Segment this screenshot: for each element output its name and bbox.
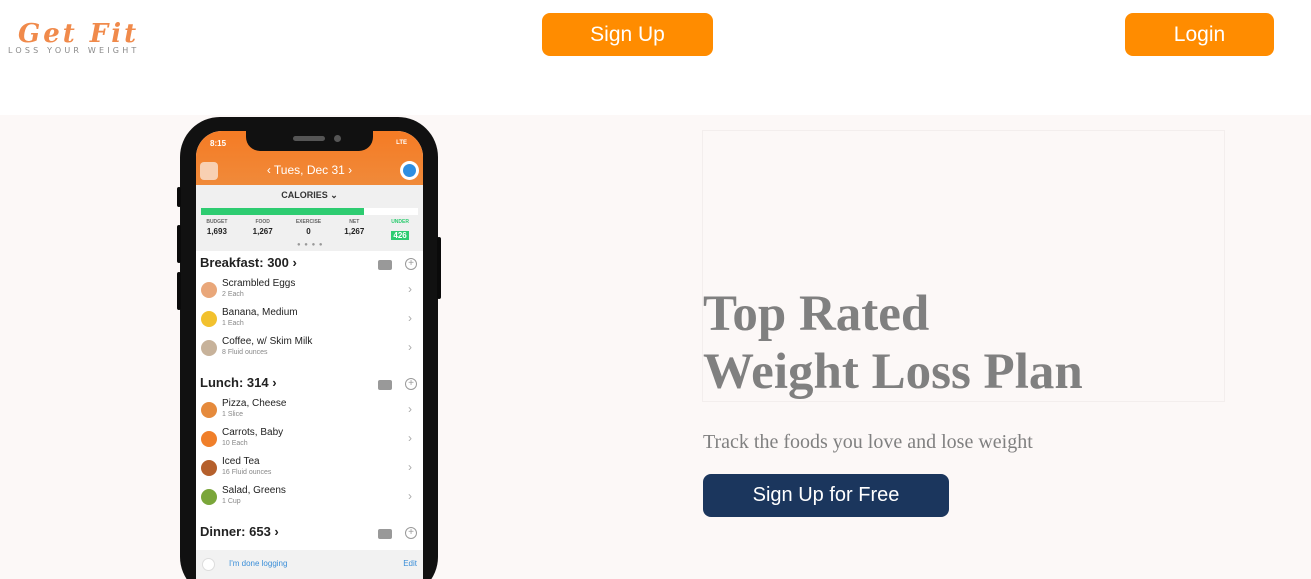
food-item[interactable]: Scrambled Eggs 2 Each ›	[196, 277, 423, 306]
hero-headline-line-1: Top Rated	[703, 286, 930, 342]
food-quantity: 10 Each	[222, 440, 248, 447]
chevron-right-icon: ›	[408, 460, 412, 474]
food-name: Salad, Greens	[222, 485, 286, 496]
camera-icon[interactable]	[378, 380, 392, 390]
phone-volume-up	[177, 225, 181, 263]
calories-stats: BUDGET 1,693 FOOD 1,267 EXERCISE 0 NET 1,267 UND…	[196, 219, 423, 243]
camera-icon[interactable]	[378, 529, 392, 539]
site-header: Get Fit LOSS YOUR WEIGHT Sign Up Login	[0, 0, 1311, 115]
stat-value: 1,267	[252, 227, 273, 236]
add-food-icon[interactable]: +	[405, 378, 417, 390]
meal-section-title[interactable]: Breakfast: 300 ›	[200, 255, 297, 270]
pizza-icon	[201, 402, 217, 418]
carrot-icon	[201, 431, 217, 447]
calories-progress-fill	[201, 208, 364, 215]
coffee-icon	[201, 340, 217, 356]
food-quantity: 8 Fluid ounces	[222, 349, 268, 356]
food-item[interactable]: Coffee, w/ Skim Milk 8 Fluid ounces ›	[196, 335, 423, 364]
chevron-right-icon: ›	[408, 340, 412, 354]
food-name: Scrambled Eggs	[222, 278, 296, 289]
food-name: Pizza, Cheese	[222, 398, 287, 409]
calories-summary: CALORIES ⌄ BUDGET 1,693 FOOD 1,267 EXERCISE 0…	[196, 185, 423, 251]
hero-subhead: Track the foods you love and lose weight	[703, 431, 1033, 453]
stat-label: UNDER	[391, 219, 409, 225]
chevron-right-icon: ›	[408, 431, 412, 445]
stat-value: 426	[391, 231, 409, 240]
food-quantity: 1 Each	[222, 320, 244, 327]
app-header: 8:15 LTE ‹ Tues, Dec 31 ›	[196, 131, 423, 185]
food-item[interactable]: Salad, Greens 1 Cup ›	[196, 484, 423, 513]
avatar-icon[interactable]	[400, 161, 419, 180]
stat-value: 0	[306, 227, 311, 236]
stat-label: NET	[349, 219, 360, 225]
stat-label: EXERCISE	[295, 219, 322, 225]
camera-icon[interactable]	[378, 260, 392, 270]
meal-section-title[interactable]: Dinner: 653 ›	[200, 524, 279, 539]
food-quantity: 1 Cup	[222, 498, 241, 505]
stat-value: 1,267	[344, 227, 365, 236]
front-camera-icon	[334, 135, 341, 142]
chevron-right-icon: ›	[408, 489, 412, 503]
egg-icon	[201, 282, 217, 298]
phone-power-button	[437, 237, 441, 299]
food-item[interactable]: Pizza, Cheese 1 Slice ›	[196, 397, 423, 426]
signup-free-button[interactable]: Sign Up for Free	[703, 474, 949, 517]
banana-icon	[201, 311, 217, 327]
food-quantity: 2 Each	[222, 291, 244, 298]
add-food-icon[interactable]: +	[405, 527, 417, 539]
chevron-right-icon: ›	[408, 402, 412, 416]
stat-exercise: EXERCISE 0	[286, 219, 332, 243]
edit-link[interactable]: Edit	[403, 559, 417, 568]
app-date[interactable]: ‹ Tues, Dec 31 ›	[196, 163, 423, 177]
stat-value: 1,693	[206, 227, 227, 236]
food-item[interactable]: Iced Tea 16 Fluid ounces ›	[196, 455, 423, 484]
food-name: Coffee, w/ Skim Milk	[222, 336, 313, 347]
login-button[interactable]: Login	[1125, 13, 1274, 56]
food-item[interactable]: Banana, Medium 1 Each ›	[196, 306, 423, 335]
speaker-icon	[293, 136, 325, 141]
chevron-right-icon: ›	[408, 311, 412, 325]
food-name: Iced Tea	[222, 456, 260, 467]
meal-section-title[interactable]: Lunch: 314 ›	[200, 375, 277, 390]
hero-headline: Top Rated Weight Loss Plan	[703, 285, 1083, 401]
hero-headline-line-2: Weight Loss Plan	[703, 344, 1083, 400]
stat-label: FOOD	[255, 219, 270, 225]
logo-tagline: LOSS YOUR WEIGHT	[8, 46, 140, 55]
stat-budget: BUDGET 1,693	[196, 219, 240, 243]
phone-screen: 8:15 LTE ‹ Tues, Dec 31 › CALORIES ⌄ BUD…	[196, 131, 423, 579]
logo-title: Get Fit	[18, 19, 140, 49]
food-name: Carrots, Baby	[222, 427, 284, 438]
food-name: Banana, Medium	[222, 307, 298, 318]
chevron-right-icon: ›	[408, 282, 412, 296]
stat-under: UNDER 426	[377, 219, 423, 243]
phone-volume-down	[177, 272, 181, 310]
stat-label: BUDGET	[206, 219, 228, 225]
calories-title[interactable]: CALORIES ⌄	[196, 190, 423, 201]
phone-side-button	[177, 187, 181, 207]
done-logging-bar: I'm done logging Edit	[196, 550, 423, 579]
phone-notch	[246, 131, 373, 151]
status-time: 8:15	[210, 139, 227, 148]
stat-food: FOOD 1,267	[240, 219, 286, 243]
food-quantity: 1 Slice	[222, 411, 244, 418]
signup-button[interactable]: Sign Up	[542, 13, 713, 56]
done-checkbox[interactable]	[202, 558, 215, 571]
iced-tea-icon	[201, 460, 217, 476]
add-food-icon[interactable]: +	[405, 258, 417, 270]
page-dots: ● ● ● ●	[297, 242, 324, 248]
salad-icon	[201, 489, 217, 505]
status-network: LTE	[396, 140, 407, 146]
calories-progress	[201, 208, 418, 215]
food-quantity: 16 Fluid ounces	[222, 469, 272, 476]
done-logging-link[interactable]: I'm done logging	[229, 559, 287, 568]
logo[interactable]: Get Fit LOSS YOUR WEIGHT	[8, 20, 158, 60]
food-item[interactable]: Carrots, Baby 10 Each ›	[196, 426, 423, 455]
stat-net: NET 1,267	[331, 219, 377, 243]
